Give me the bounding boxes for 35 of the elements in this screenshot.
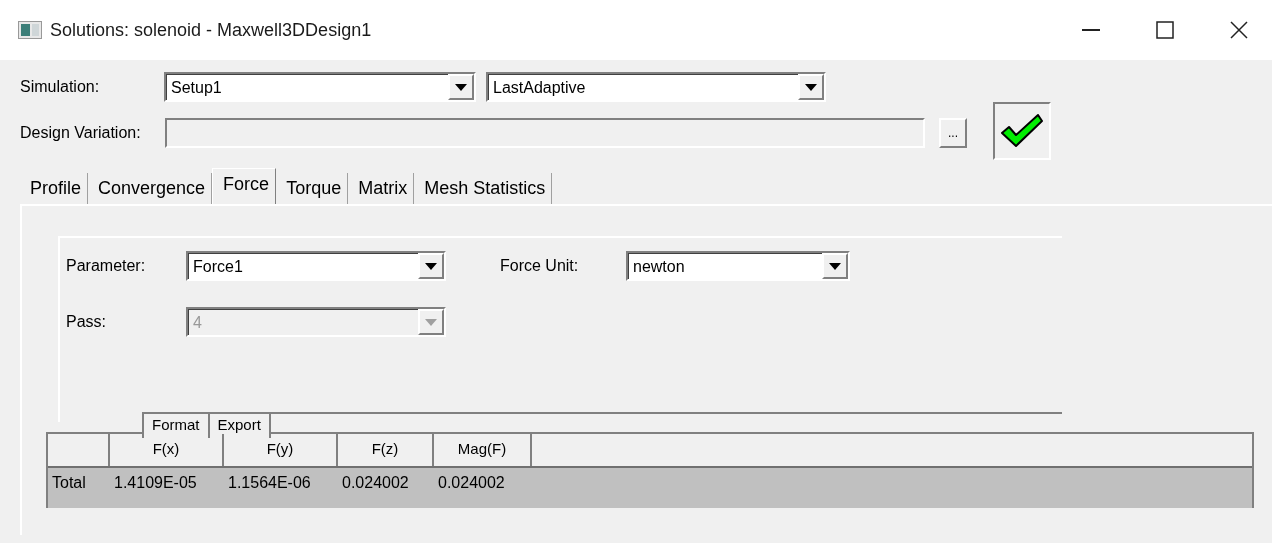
simulation-label: Simulation:: [20, 77, 101, 97]
tab[interactable]: Force: [212, 168, 277, 204]
maximize-icon: [1156, 21, 1174, 39]
table-cell-text: 1.1564E-06: [227, 473, 312, 493]
pass-label: Pass:: [66, 312, 107, 332]
table-row[interactable]: Total 1.4109E-05 1.1564E-06 0.024002 0.024002: [48, 468, 1252, 508]
caret-icon: [425, 262, 437, 270]
column-header: F(y): [224, 434, 338, 466]
caret-icon: [425, 318, 437, 326]
window-title: Solutions: solenoid - Maxwell3DDesign1: [50, 18, 372, 42]
status-button[interactable]: [993, 102, 1051, 160]
design-variation-label: Design Variation:: [20, 123, 142, 143]
close-icon: [1230, 21, 1248, 39]
row-header: Total: [51, 473, 87, 493]
table-cell-text: 0.024002: [437, 473, 506, 493]
caret-icon: [829, 262, 841, 270]
parameter-dropdown[interactable]: Force1: [186, 251, 446, 281]
browse-button[interactable]: ...: [939, 118, 967, 148]
table-cell-text: 0.024002: [341, 473, 410, 493]
table-cell-text: 1.4109E-05: [113, 473, 198, 493]
column-header: F(z): [338, 434, 434, 466]
force-unit-label: Force Unit:: [500, 256, 580, 276]
parameter-label: Parameter:: [66, 256, 147, 276]
caret-icon: [805, 83, 817, 91]
column-header: Mag(F): [434, 434, 532, 466]
minimize-icon: [1082, 29, 1100, 31]
setup-dropdown[interactable]: Setup1: [164, 72, 476, 102]
tab[interactable]: Export: [207, 414, 271, 438]
solution-dropdown[interactable]: LastAdaptive: [486, 72, 826, 102]
caret-icon: [455, 83, 467, 91]
force-unit-dropdown[interactable]: newton: [626, 251, 850, 281]
design-variation-field[interactable]: [165, 118, 925, 148]
app-icon: [18, 21, 42, 39]
column-header: F(x): [110, 434, 224, 466]
tab[interactable]: Format: [142, 414, 210, 438]
